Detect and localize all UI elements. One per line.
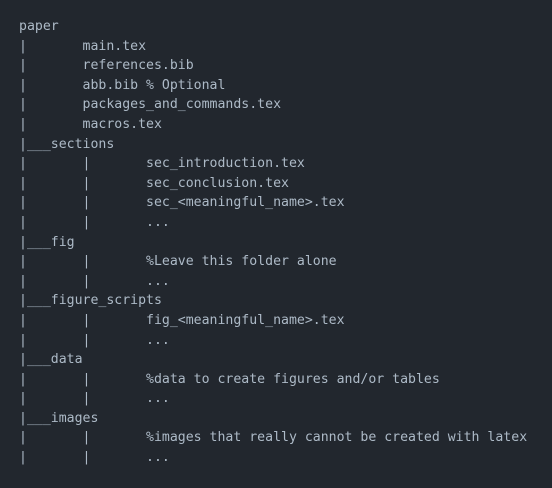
code-line: |___figure_scripts [19, 293, 162, 309]
code-line: |___images [19, 410, 99, 426]
code-line: | | ... [19, 391, 170, 407]
code-line: | macros.tex [19, 116, 162, 132]
code-line: | | %images that really cannot be create… [19, 430, 528, 446]
code-line: | | %Leave this folder alone [19, 254, 337, 270]
code-line: |___sections [19, 136, 115, 152]
code-block: paper | main.tex | references.bib | abb.… [0, 0, 552, 488]
code-line: | | sec_conclusion.tex [19, 175, 289, 191]
code-line: | | ... [19, 332, 170, 348]
code-line: | | sec_introduction.tex [19, 156, 305, 172]
code-line: | | %data to create figures and/or table… [19, 371, 440, 387]
code-line: | main.tex [19, 38, 147, 54]
code-line: | references.bib [19, 58, 194, 74]
code-line: | | ... [19, 450, 170, 466]
code-line: | packages_and_commands.tex [19, 97, 282, 113]
code-line: |___fig [19, 234, 75, 250]
code-line: | abb.bib % Optional [19, 77, 226, 93]
code-line: paper [19, 19, 59, 34]
code-line: | | ... [19, 273, 170, 289]
code-line: | | fig_<meaningful_name>.tex [19, 312, 345, 328]
code-line: |___data [19, 352, 83, 368]
code-line: | | sec_<meaningful_name>.tex [19, 195, 345, 211]
code-line: | | ... [19, 214, 170, 230]
